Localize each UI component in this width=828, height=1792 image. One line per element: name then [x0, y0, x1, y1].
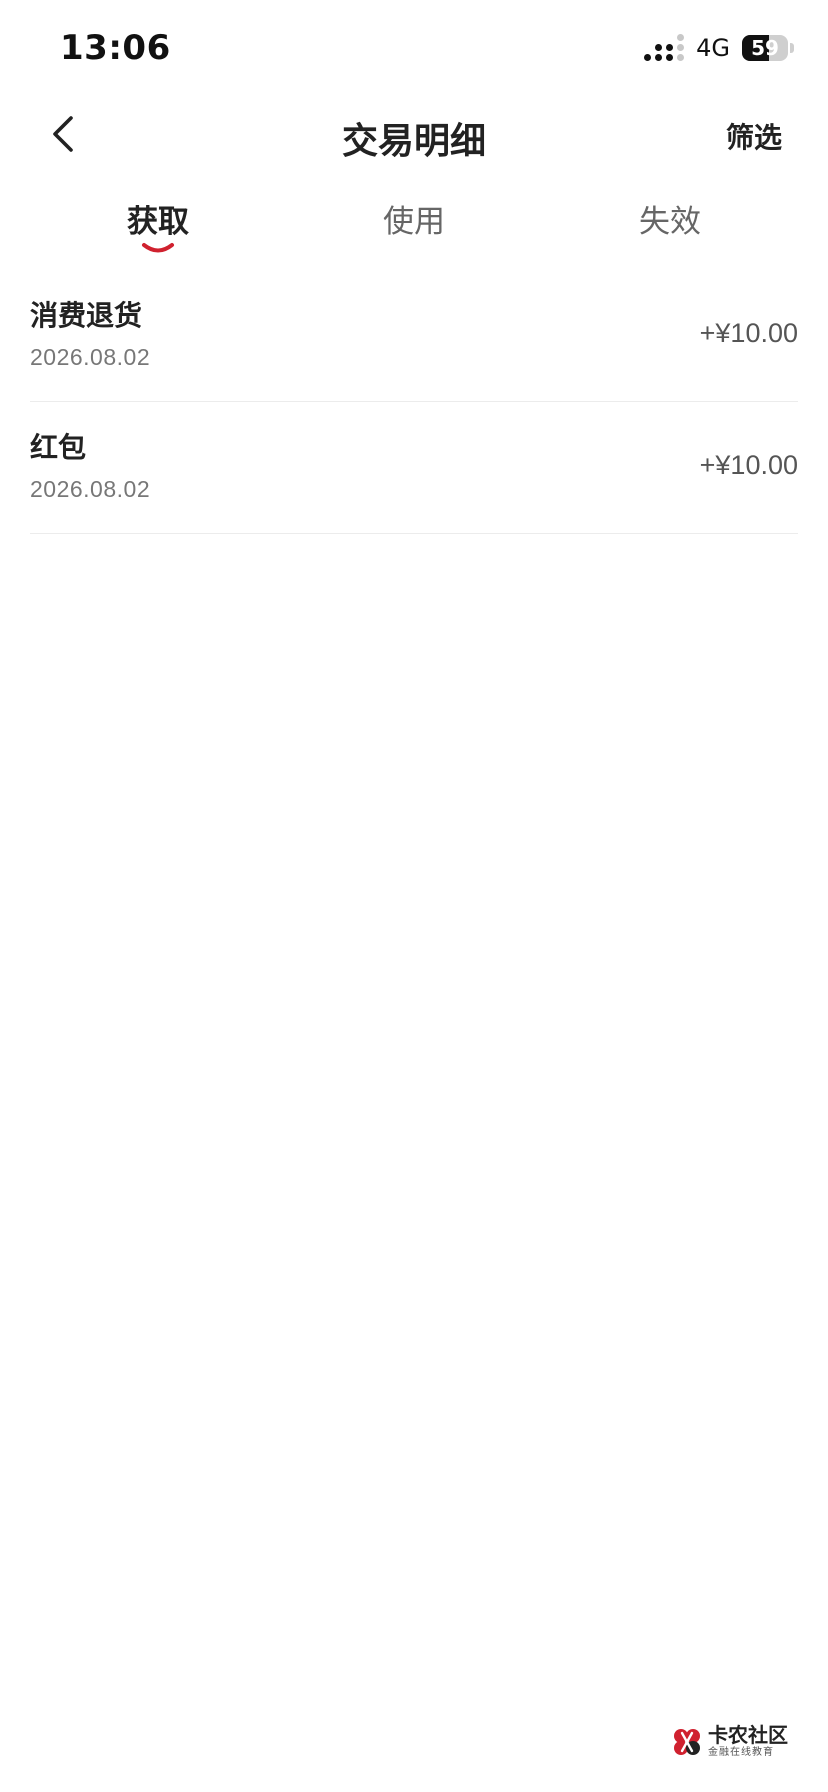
- battery-percent: 59: [751, 36, 779, 60]
- tab-use[interactable]: 使用: [314, 196, 514, 241]
- transaction-title: 消费退货: [30, 299, 143, 332]
- page-title: 交易明细: [341, 121, 486, 162]
- list-item[interactable]: 消费退货 2026.08.02 +¥10.00: [30, 270, 798, 402]
- tab-obtain[interactable]: 获取: [58, 196, 258, 241]
- nav-bar: 交易明细 筛选: [0, 96, 828, 172]
- battery-icon: 59: [742, 35, 794, 61]
- network-type: 4G: [696, 34, 730, 62]
- watermark: 卡农社区 金融在线教育: [672, 1725, 788, 1758]
- transaction-title: 红包: [30, 431, 87, 464]
- transaction-list: 消费退货 2026.08.02 +¥10.00 红包 2026.08.02 +¥…: [30, 270, 798, 534]
- tab-bar: 获取 使用 失效: [0, 190, 828, 270]
- transaction-date: 2026.08.02: [30, 476, 151, 502]
- transaction-date: 2026.08.02: [30, 344, 151, 370]
- tab-expired[interactable]: 失效: [570, 196, 770, 241]
- watermark-subtitle: 金融在线教育: [708, 1747, 774, 1758]
- filter-button[interactable]: 筛选: [726, 116, 782, 156]
- transaction-amount: +¥10.00: [699, 450, 798, 480]
- status-indicators: 4G 59: [644, 34, 794, 62]
- transaction-amount: +¥10.00: [699, 318, 798, 348]
- watermark-title: 卡农社区: [708, 1723, 788, 1747]
- list-item[interactable]: 红包 2026.08.02 +¥10.00: [30, 402, 798, 534]
- kanong-logo-icon: [674, 1728, 700, 1755]
- status-bar: 13:06 4G 59: [0, 0, 828, 100]
- cellular-signal-icon: [644, 34, 685, 61]
- active-tab-indicator: [142, 243, 174, 253]
- status-time: 13:06: [60, 28, 171, 68]
